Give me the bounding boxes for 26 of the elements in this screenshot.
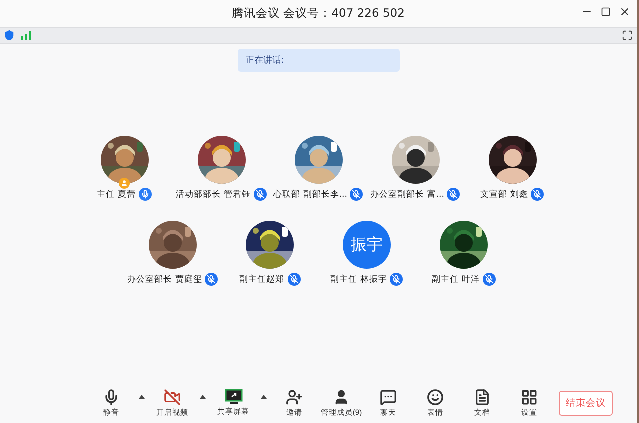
- add-user-icon: [286, 388, 303, 406]
- participant-name: 副主任 林振宇: [330, 274, 388, 286]
- participant-name: 办公室部长 贾庭玺: [128, 274, 202, 286]
- participant-name: 副主任 叶洋: [432, 274, 480, 286]
- participant-name: 文宣部 刘鑫: [480, 188, 528, 200]
- speaking-label: 正在讲话:: [246, 54, 285, 67]
- fullscreen-icon[interactable]: [622, 30, 633, 41]
- chat-icon: [380, 388, 397, 406]
- maximize-icon[interactable]: [601, 7, 611, 17]
- video-off-icon: [164, 388, 181, 406]
- mic-icon: [103, 388, 120, 406]
- participant-name: 心联部 副部长李...: [274, 188, 348, 200]
- settings-icon: [521, 388, 538, 406]
- close-icon[interactable]: [619, 6, 631, 18]
- participant-name: 活动部部长 管君钰: [176, 188, 251, 200]
- screen-icon: [224, 389, 242, 405]
- window-title: 腾讯会议 会议号：407 226 502: [232, 6, 405, 21]
- shield-icon[interactable]: [4, 30, 15, 41]
- user-icon: [333, 388, 350, 406]
- end-meeting-button[interactable]: 结束会议: [559, 390, 613, 416]
- participant-name: 办公室副部长 富...: [370, 188, 444, 200]
- avatar: 振宇: [343, 221, 391, 269]
- participant-name: 副主任赵郑: [240, 274, 284, 286]
- participant-name: 主任 夏蕾: [97, 188, 136, 200]
- smile-icon: [427, 388, 444, 406]
- document-icon: [474, 388, 491, 406]
